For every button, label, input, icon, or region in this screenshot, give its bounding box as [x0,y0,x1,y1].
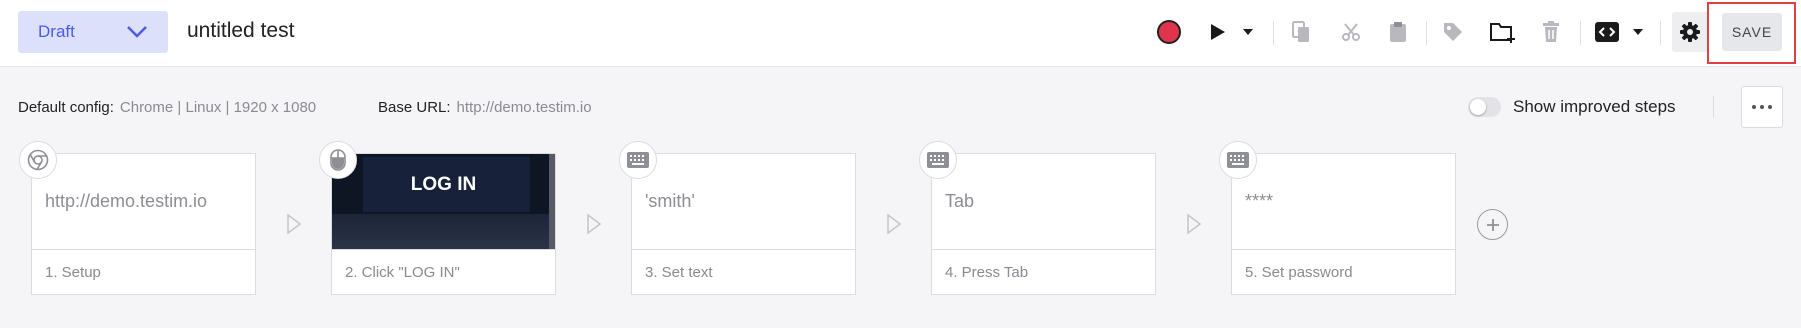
step-content: Tab [932,154,1155,250]
keyboard-icon [627,152,649,168]
play-icon [1211,24,1225,40]
add-to-folder-button[interactable] [1488,14,1518,50]
ellipsis-icon [1752,105,1772,109]
screenshot-edge [549,154,555,249]
folder-plus-icon [1490,23,1515,43]
add-step-button[interactable] [1477,209,1508,240]
base-url-value[interactable]: http://demo.testim.io [457,99,592,116]
base-url-label: Base URL: [378,99,451,116]
step-arrow-icon [1187,214,1201,234]
test-name[interactable]: untitled test [187,19,294,43]
settings-button[interactable] [1672,12,1708,52]
cut-button[interactable] [1337,14,1365,50]
step-title: 1. Setup [45,264,101,281]
scissors-icon [1342,23,1360,41]
save-highlight-box [1707,2,1796,64]
clipboard-icon [1390,22,1406,42]
paste-button[interactable] [1384,14,1412,50]
toolbar-divider [1426,21,1427,45]
step-type-badge [1219,141,1257,179]
step-arrow-icon [287,214,301,234]
chevron-down-icon [127,26,147,38]
top-toolbar: Draft untitled test SAVE [0,0,1801,67]
play-options-dropdown[interactable] [1240,14,1256,50]
trash-icon [1543,21,1559,42]
more-options-button[interactable] [1741,86,1783,128]
step-card[interactable]: 'smith' 3. Set text [631,153,856,295]
step-card[interactable]: **** 5. Set password [1231,153,1456,295]
play-button[interactable] [1205,14,1231,50]
plus-icon [1486,218,1499,231]
keyboard-icon [1227,152,1249,168]
step-type-badge [619,141,657,179]
code-icon [1595,22,1619,42]
screenshot-background [332,214,555,249]
step-content: **** [1232,154,1455,250]
step-card[interactable]: http://demo.testim.io 1. Setup [31,153,256,295]
default-config-value[interactable]: Chrome | Linux | 1920 x 1080 [120,99,316,116]
record-button[interactable] [1154,14,1184,50]
step-content: 'smith' [632,154,855,250]
caret-down-icon [1243,29,1253,35]
config-divider [1713,96,1714,118]
caret-down-icon [1633,29,1643,35]
label-button[interactable] [1439,14,1467,50]
step-title: 2. Click "LOG IN" [345,264,460,281]
toolbar-divider [1660,21,1661,45]
step-title: 4. Press Tab [945,264,1029,281]
default-config: Default config: Chrome | Linux | 1920 x 1… [18,99,316,116]
step-arrow-icon [887,214,901,234]
step-type-badge [19,141,57,179]
base-url: Base URL: http://demo.testim.io [378,99,592,116]
improved-steps-toggle[interactable] [1468,97,1501,117]
code-options-dropdown[interactable] [1630,14,1646,50]
code-button[interactable] [1592,14,1622,50]
step-card[interactable]: LOG IN 2. Click "LOG IN" [331,153,556,295]
tag-icon [1444,23,1462,41]
status-dropdown-label: Draft [38,22,75,41]
chrome-icon [27,149,49,171]
step-type-badge [919,141,957,179]
mouse-icon [330,149,346,171]
step-content: http://demo.testim.io [32,154,255,250]
gear-icon [1680,22,1700,42]
step-type-badge [319,141,357,179]
status-dropdown[interactable]: Draft [18,11,168,53]
copy-icon [1292,21,1309,42]
toggle-knob [1470,99,1486,115]
step-title: 3. Set text [645,264,713,281]
default-config-label: Default config: [18,99,114,116]
step-card[interactable]: Tab 4. Press Tab [931,153,1156,295]
step-screenshot: LOG IN [332,154,555,250]
keyboard-icon [927,152,949,168]
record-icon [1157,20,1181,44]
toolbar-divider [1273,21,1274,45]
toolbar-divider [1580,21,1581,45]
copy-button[interactable] [1287,14,1315,50]
improved-steps-label: Show improved steps [1513,97,1676,116]
step-arrow-icon [587,214,601,234]
delete-button[interactable] [1537,14,1565,50]
screenshot-text: LOG IN [410,174,477,195]
step-title: 5. Set password [1245,264,1353,281]
